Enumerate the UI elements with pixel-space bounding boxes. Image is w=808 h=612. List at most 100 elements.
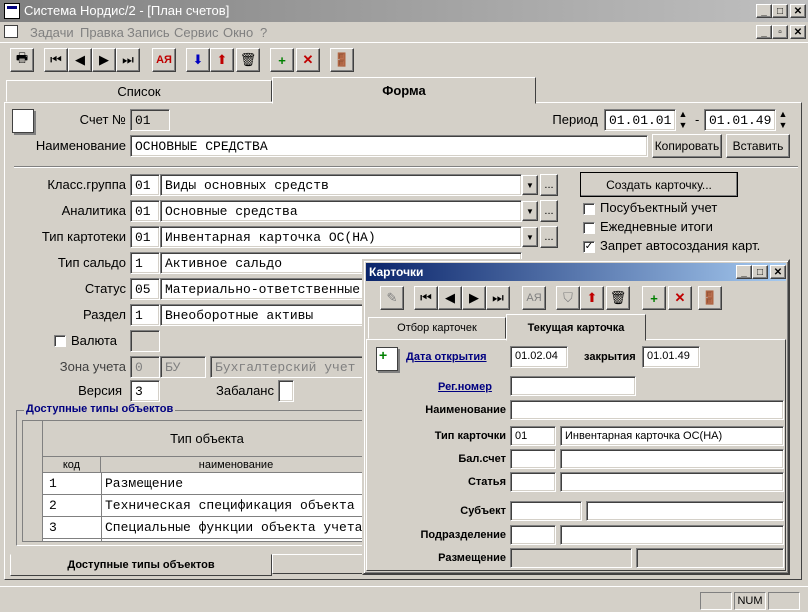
first-record-icon[interactable]: ⏮ bbox=[44, 48, 68, 72]
copy-button[interactable]: Копировать bbox=[652, 134, 722, 158]
version-label: Версия bbox=[78, 383, 122, 398]
article-code-field[interactable] bbox=[510, 472, 556, 492]
class-group-browse-button[interactable]: ... bbox=[540, 174, 558, 196]
table-row[interactable]: 2 Техническая спецификация объекта bbox=[43, 495, 371, 517]
bal-account-name-field[interactable] bbox=[560, 449, 784, 469]
cards-new-icon[interactable]: + bbox=[642, 286, 666, 310]
object-types-group-title: Доступные типы объектов bbox=[24, 403, 176, 415]
section-code-field[interactable]: 1 bbox=[130, 304, 160, 326]
cards-next-icon[interactable]: ▶ bbox=[462, 286, 486, 310]
bal-account-code-field[interactable] bbox=[510, 449, 556, 469]
period-to-spinner[interactable]: ▲ ▼ bbox=[776, 109, 790, 131]
minimize-button[interactable]: _ bbox=[756, 4, 772, 18]
subject-code-field[interactable] bbox=[510, 501, 582, 521]
cards-db-up-icon[interactable]: ⬆ bbox=[580, 286, 604, 310]
new-record-icon[interactable]: + bbox=[270, 48, 294, 72]
class-group-select[interactable]: Виды основных средств bbox=[160, 174, 522, 196]
child-minimize-button[interactable]: _ bbox=[756, 25, 772, 39]
paste-button[interactable]: Вставить bbox=[726, 134, 790, 158]
card-name-field[interactable] bbox=[510, 400, 784, 420]
trash-icon[interactable]: 🗑 bbox=[236, 48, 260, 72]
analytics-browse-button[interactable]: ... bbox=[540, 200, 558, 222]
tab-current-card-label: Текущая карточка bbox=[527, 321, 625, 334]
sort-icon[interactable]: AЯ bbox=[152, 48, 176, 72]
cards-trash-icon[interactable]: 🗑 bbox=[606, 286, 630, 310]
card-type-select[interactable]: Инвентарная карточка ОС(НА) bbox=[160, 226, 522, 248]
reg-number-link[interactable]: Рег.номер bbox=[438, 381, 492, 393]
card-type-code-field[interactable]: 01 bbox=[130, 226, 160, 248]
card-type-name-field-2[interactable]: Инвентарная карточка ОС(НА) bbox=[560, 426, 784, 446]
close-button[interactable]: ✕ bbox=[790, 4, 806, 18]
account-number-field[interactable]: 01 bbox=[130, 109, 170, 131]
child-close-button[interactable]: ✕ bbox=[790, 25, 806, 39]
tab-second[interactable] bbox=[272, 554, 372, 574]
delete-record-icon[interactable]: ✕ bbox=[296, 48, 320, 72]
menu-item-tasks[interactable]: Задачи bbox=[30, 25, 74, 40]
balance-type-label: Тип сальдо bbox=[57, 255, 126, 270]
db-down-icon[interactable]: ⬇ bbox=[186, 48, 210, 72]
period-from-field[interactable]: 01.01.01 bbox=[604, 109, 676, 131]
menu-item-service[interactable]: Сервис bbox=[174, 25, 219, 40]
doc-icon[interactable] bbox=[4, 25, 18, 38]
exit-icon[interactable]: 🚪 bbox=[330, 48, 354, 72]
department-code-field[interactable] bbox=[510, 525, 556, 545]
card-type-code-field-2[interactable]: 01 bbox=[510, 426, 556, 446]
card-type-browse-button[interactable]: ... bbox=[540, 226, 558, 248]
cards-close-button[interactable]: ✕ bbox=[770, 265, 786, 279]
class-group-dropdown-icon[interactable]: ▼ bbox=[522, 175, 538, 195]
cards-first-icon[interactable]: ⏮ bbox=[414, 286, 438, 310]
tab-available-object-types[interactable]: Доступные типы объектов bbox=[10, 554, 272, 576]
tab-form-label: Форма bbox=[382, 83, 426, 98]
last-record-icon[interactable]: ⏭ bbox=[116, 48, 140, 72]
next-record-icon[interactable]: ▶ bbox=[92, 48, 116, 72]
card-type-dropdown-icon[interactable]: ▼ bbox=[522, 227, 538, 247]
table-row[interactable]: 3 Специальные функции объекта учета bbox=[43, 517, 371, 539]
menu-item-window[interactable]: Окно bbox=[223, 25, 253, 40]
class-group-code-field[interactable]: 01 bbox=[130, 174, 160, 196]
prev-record-icon[interactable]: ◀ bbox=[68, 48, 92, 72]
currency-checkbox[interactable] bbox=[54, 335, 66, 347]
close-date-field[interactable]: 01.01.49 bbox=[642, 346, 700, 368]
department-name-field[interactable] bbox=[560, 525, 784, 545]
per-subject-checkbox[interactable] bbox=[583, 203, 595, 215]
card-doc-icon[interactable]: + bbox=[376, 347, 398, 371]
tab-list[interactable]: Список bbox=[6, 80, 272, 102]
status-code-field[interactable]: 05 bbox=[130, 278, 160, 300]
analytics-dropdown-icon[interactable]: ▼ bbox=[522, 201, 538, 221]
reg-number-field[interactable] bbox=[510, 376, 636, 396]
subject-name-field[interactable] bbox=[586, 501, 784, 521]
create-card-button[interactable]: Создать карточку... bbox=[580, 172, 738, 197]
period-from-spinner[interactable]: ▲ ▼ bbox=[676, 109, 690, 131]
analytics-code-field[interactable]: 01 bbox=[130, 200, 160, 222]
version-field[interactable]: 3 bbox=[130, 380, 160, 402]
name-field[interactable]: ОСНОВНЫЕ СРЕДСТВА bbox=[130, 135, 648, 157]
menu-item-record[interactable]: Запись bbox=[127, 25, 170, 40]
cards-prev-icon[interactable]: ◀ bbox=[438, 286, 462, 310]
offbalance-field[interactable] bbox=[278, 380, 294, 402]
menu-item-help[interactable]: ? bbox=[260, 25, 267, 40]
open-date-link[interactable]: Дата открытия bbox=[406, 351, 487, 363]
tab-form[interactable]: Форма bbox=[272, 77, 536, 104]
open-date-field[interactable]: 01.02.04 bbox=[510, 346, 568, 368]
cards-last-icon[interactable]: ⏭ bbox=[486, 286, 510, 310]
article-name-field[interactable] bbox=[560, 472, 784, 492]
db-up-icon[interactable]: ⬆ bbox=[210, 48, 234, 72]
maximize-button[interactable]: □ bbox=[772, 4, 788, 18]
print-icon[interactable]: 🖶 bbox=[10, 48, 34, 72]
daily-totals-checkbox[interactable] bbox=[583, 222, 595, 234]
cards-maximize-button[interactable]: □ bbox=[752, 265, 768, 279]
app-icon[interactable] bbox=[4, 3, 20, 19]
tab-current-card[interactable]: Текущая карточка bbox=[506, 314, 646, 341]
cards-minimize-button[interactable]: _ bbox=[736, 265, 752, 279]
table-row[interactable]: 1 Размещение bbox=[43, 473, 371, 495]
child-restore-button[interactable]: ▫ bbox=[772, 25, 788, 39]
no-autocreate-checkbox[interactable]: ✓ bbox=[583, 241, 595, 253]
menu-bar: Задачи Правка Запись Сервис Окно ? _ ▫ ✕ bbox=[0, 22, 808, 42]
cards-delete-icon[interactable]: ✕ bbox=[668, 286, 692, 310]
balance-type-code-field[interactable]: 1 bbox=[130, 252, 160, 274]
menu-item-edit[interactable]: Правка bbox=[80, 25, 124, 40]
analytics-select[interactable]: Основные средства bbox=[160, 200, 522, 222]
tab-card-filter[interactable]: Отбор карточек bbox=[368, 317, 506, 339]
period-to-field[interactable]: 01.01.49 bbox=[704, 109, 776, 131]
class-group-label: Класс.группа bbox=[47, 177, 126, 192]
